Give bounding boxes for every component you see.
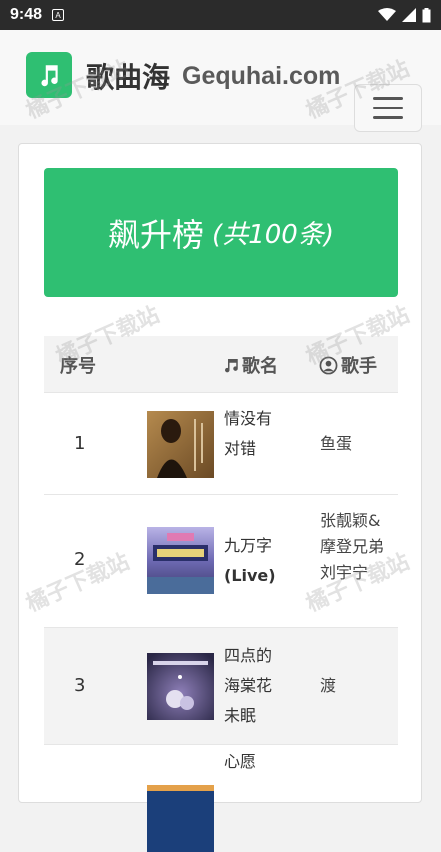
song-title[interactable]: 九万字 (Live) (224, 531, 286, 591)
album-cover[interactable] (147, 527, 214, 594)
song-title[interactable]: 四点的 海棠花 未眠 (224, 641, 286, 731)
header-song: 歌名 (222, 352, 278, 378)
site-name[interactable]: 歌曲海 (86, 56, 170, 96)
chart-card: 飙升榜 (共100条) 序号 歌名 歌手 1 情没有 对错 鱼蛋 2 九万字 (… (18, 143, 422, 852)
wifi-icon (378, 8, 396, 21)
battery-icon (422, 7, 431, 22)
user-circle-icon (319, 356, 338, 374)
chart-count: (共100条) (212, 220, 334, 250)
site-header: 歌曲海 Gequhai.com (0, 30, 441, 132)
header-index: 序号 (60, 356, 96, 377)
table-header: 序号 歌名 歌手 (44, 336, 398, 392)
status-bar: 9:48 A (0, 0, 441, 30)
album-cover[interactable] (147, 653, 214, 720)
row-index: 1 (74, 433, 86, 454)
artist-name[interactable]: 鱼蛋 (320, 431, 388, 457)
table-row[interactable]: 心愿 (44, 744, 398, 852)
song-title[interactable]: 情没有 对错 (224, 404, 286, 464)
artist-name[interactable]: 渡 (320, 673, 388, 699)
status-time: 9:48 (10, 6, 43, 23)
header-artist: 歌手 (319, 352, 377, 378)
row-index: 2 (74, 549, 86, 570)
signal-icon (402, 8, 416, 22)
music-note-icon (41, 65, 58, 87)
table-row[interactable]: 1 情没有 对错 鱼蛋 (44, 392, 398, 494)
status-icons (378, 7, 431, 23)
site-domain[interactable]: Gequhai.com (182, 62, 340, 91)
album-cover[interactable] (147, 785, 214, 852)
song-title[interactable]: 心愿 (224, 747, 286, 777)
chart-title: 飙升榜 (108, 215, 205, 254)
chart-banner: 飙升榜 (共100条) (44, 168, 398, 297)
album-cover[interactable] (147, 411, 214, 478)
table-row[interactable]: 3 四点的 海棠花 未眠 渡 (44, 627, 398, 744)
music-note-icon (225, 359, 238, 373)
hamburger-icon[interactable] (354, 84, 422, 132)
song-table: 序号 歌名 歌手 1 情没有 对错 鱼蛋 2 九万字 (Live) 张靓颖&摩登… (44, 336, 398, 852)
table-row[interactable]: 2 九万字 (Live) 张靓颖&摩登兄弟刘宇宁 (44, 494, 398, 627)
notification-icon: A (52, 9, 65, 21)
artist-name[interactable]: 张靓颖&摩登兄弟刘宇宁 (320, 508, 388, 586)
site-logo[interactable] (26, 52, 72, 98)
row-index: 3 (74, 675, 86, 696)
